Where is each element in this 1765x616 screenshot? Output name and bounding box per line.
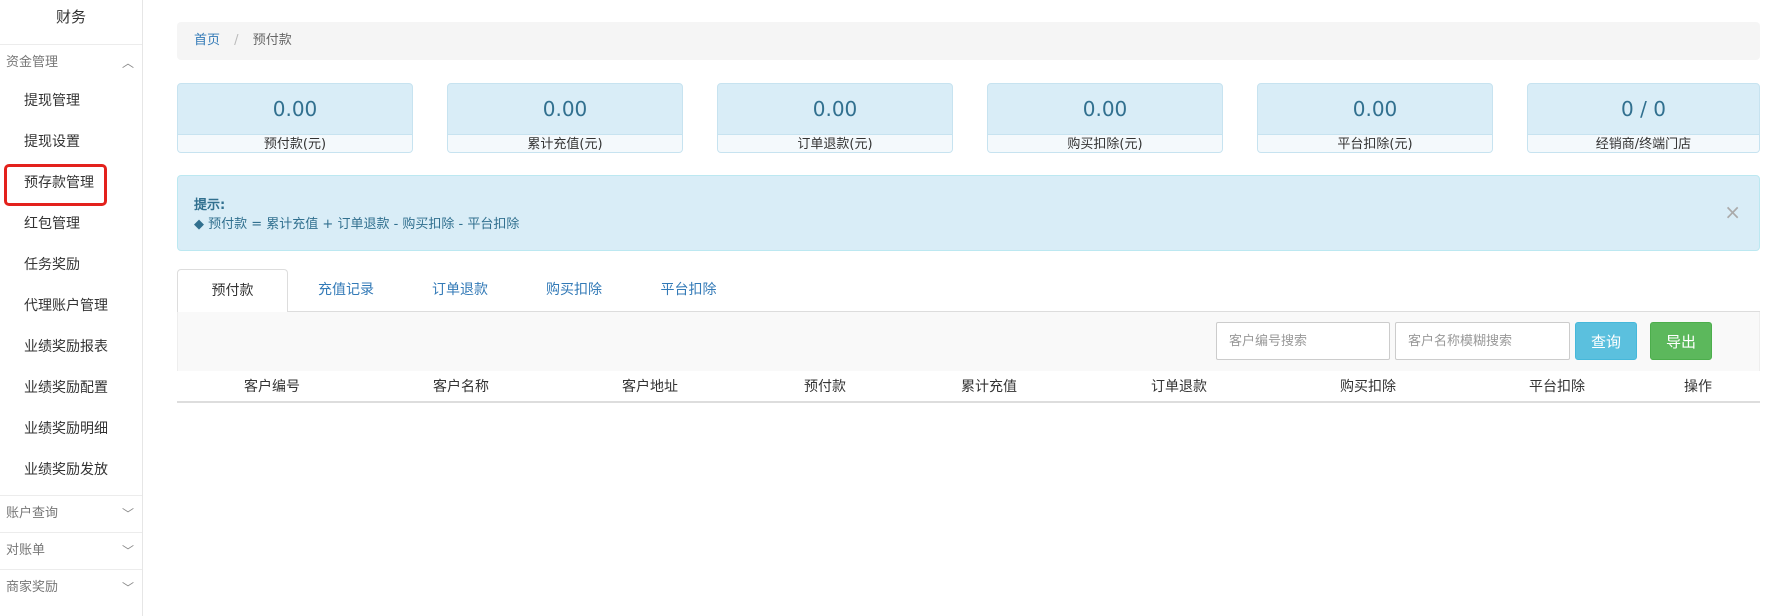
tab-purchase-deduction[interactable]: 购买扣除: [518, 269, 630, 312]
column-header-customer-code: 客户编号: [244, 379, 300, 395]
stat-card-prepaid: 0.00 预付款(元): [177, 83, 413, 153]
stat-value: 0.00: [272, 97, 318, 121]
stat-value: 0.00: [1352, 97, 1398, 121]
stat-value: 0 / 0: [1621, 97, 1666, 121]
export-button[interactable]: 导出: [1650, 322, 1712, 360]
stat-label: 购买扣除(元): [988, 134, 1222, 152]
tab-platform-deduction[interactable]: 平台扣除: [631, 269, 746, 312]
sidebar-item-performance-report[interactable]: 业绩奖励报表: [0, 327, 142, 368]
stat-label: 预付款(元): [178, 134, 412, 152]
sidebar-item-performance-payout[interactable]: 业绩奖励发放: [0, 450, 142, 491]
stat-card-purchase-deduction: 0.00 购买扣除(元): [987, 83, 1223, 153]
chevron-up-icon: ︿: [121, 56, 134, 70]
breadcrumb-home-link[interactable]: 首页: [194, 33, 220, 48]
tab-recharge-records[interactable]: 充值记录: [290, 269, 402, 312]
column-header-purchase-deduction: 购买扣除: [1340, 379, 1396, 395]
sidebar-group-label: 资金管理: [6, 55, 59, 70]
sidebar-item-agent-account-management[interactable]: 代理账户管理: [0, 286, 142, 327]
column-header-order-refund: 订单退款: [1151, 379, 1207, 395]
query-button[interactable]: 查询: [1575, 322, 1637, 360]
search-toolbar: 查询 导出: [177, 312, 1760, 371]
breadcrumb-current: 预付款: [252, 33, 292, 48]
customer-name-search-input[interactable]: [1395, 322, 1570, 360]
sidebar-group-label: 商家奖励: [6, 580, 59, 595]
column-header-total-recharge: 累计充值: [961, 379, 1017, 395]
stat-label: 订单退款(元): [718, 134, 952, 152]
column-header-actions: 操作: [1684, 379, 1712, 395]
chevron-down-icon: ﹀: [121, 581, 134, 595]
sidebar-item-list: 提现管理 提现设置 预存款管理 红包管理 任务奖励 代理账户管理 业绩奖励报表 …: [0, 81, 142, 495]
stat-card-order-refund: 0.00 订单退款(元): [717, 83, 953, 153]
breadcrumb-separator: /: [234, 33, 239, 48]
customer-code-search-input[interactable]: [1216, 322, 1390, 360]
chevron-down-icon: ﹀: [121, 544, 134, 558]
sidebar-item-performance-config[interactable]: 业绩奖励配置: [0, 368, 142, 409]
column-header-prepaid: 预付款: [804, 379, 846, 395]
sidebar-group-merchant-reward[interactable]: 商家奖励 ﹀: [0, 569, 142, 606]
stat-value: 0.00: [1082, 97, 1128, 121]
stat-value: 0.00: [812, 97, 858, 121]
sidebar-item-prepaid-management[interactable]: 预存款管理: [0, 163, 142, 204]
close-icon[interactable]: ×: [1724, 200, 1741, 224]
sidebar-group-statement[interactable]: 对账单 ﹀: [0, 532, 142, 569]
stat-label: 累计充值(元): [448, 134, 682, 152]
alert-body: ◆ 预付款 = 累计充值 + 订单退款 - 购买扣除 - 平台扣除: [194, 217, 520, 232]
stat-card-total-recharge: 0.00 累计充值(元): [447, 83, 683, 153]
sidebar-item-red-packet-management[interactable]: 红包管理: [0, 204, 142, 245]
stat-card-platform-deduction: 0.00 平台扣除(元): [1257, 83, 1493, 153]
sidebar-group-account-query[interactable]: 账户查询 ﹀: [0, 495, 142, 532]
column-header-customer-address: 客户地址: [622, 379, 678, 395]
stat-label: 平台扣除(元): [1258, 134, 1492, 152]
column-header-customer-name: 客户名称: [433, 379, 489, 395]
tab-order-refund[interactable]: 订单退款: [404, 269, 516, 312]
stat-label: 经销商/终端门店: [1528, 134, 1759, 152]
sidebar-item-performance-detail[interactable]: 业绩奖励明细: [0, 409, 142, 450]
table-header: 客户编号 客户名称 客户地址 预付款 累计充值 订单退款 购买扣除 平台扣除 操…: [177, 371, 1760, 403]
column-header-platform-deduction: 平台扣除: [1529, 379, 1585, 395]
stat-value: 0.00: [542, 97, 588, 121]
sidebar-group-label: 对账单: [6, 543, 46, 558]
stat-card-dealers-stores: 0 / 0 经销商/终端门店: [1527, 83, 1760, 153]
info-alert: 提示: ◆ 预付款 = 累计充值 + 订单退款 - 购买扣除 - 平台扣除 ×: [177, 175, 1760, 251]
chevron-down-icon: ﹀: [121, 507, 134, 521]
tab-bar: 预付款 充值记录 订单退款 购买扣除 平台扣除: [177, 269, 1760, 313]
breadcrumb: 首页 / 预付款: [177, 22, 1760, 60]
sidebar-title: 财务: [55, 8, 86, 26]
stats-row: 0.00 预付款(元) 0.00 累计充值(元) 0.00 订单退款(元) 0.…: [177, 83, 1760, 153]
alert-title: 提示:: [194, 198, 226, 213]
sidebar-group-label: 账户查询: [6, 506, 59, 521]
sidebar-group-fund-management[interactable]: 资金管理 ︿: [0, 44, 142, 81]
sidebar-item-withdraw-settings[interactable]: 提现设置: [0, 122, 142, 163]
sidebar: 财务 资金管理 ︿ 提现管理 提现设置 预存款管理 红包管理 任务奖励 代理账户…: [0, 0, 143, 616]
sidebar-item-task-reward[interactable]: 任务奖励: [0, 245, 142, 286]
tab-prepaid[interactable]: 预付款: [177, 269, 288, 313]
sidebar-item-withdraw-management[interactable]: 提现管理: [0, 81, 142, 122]
